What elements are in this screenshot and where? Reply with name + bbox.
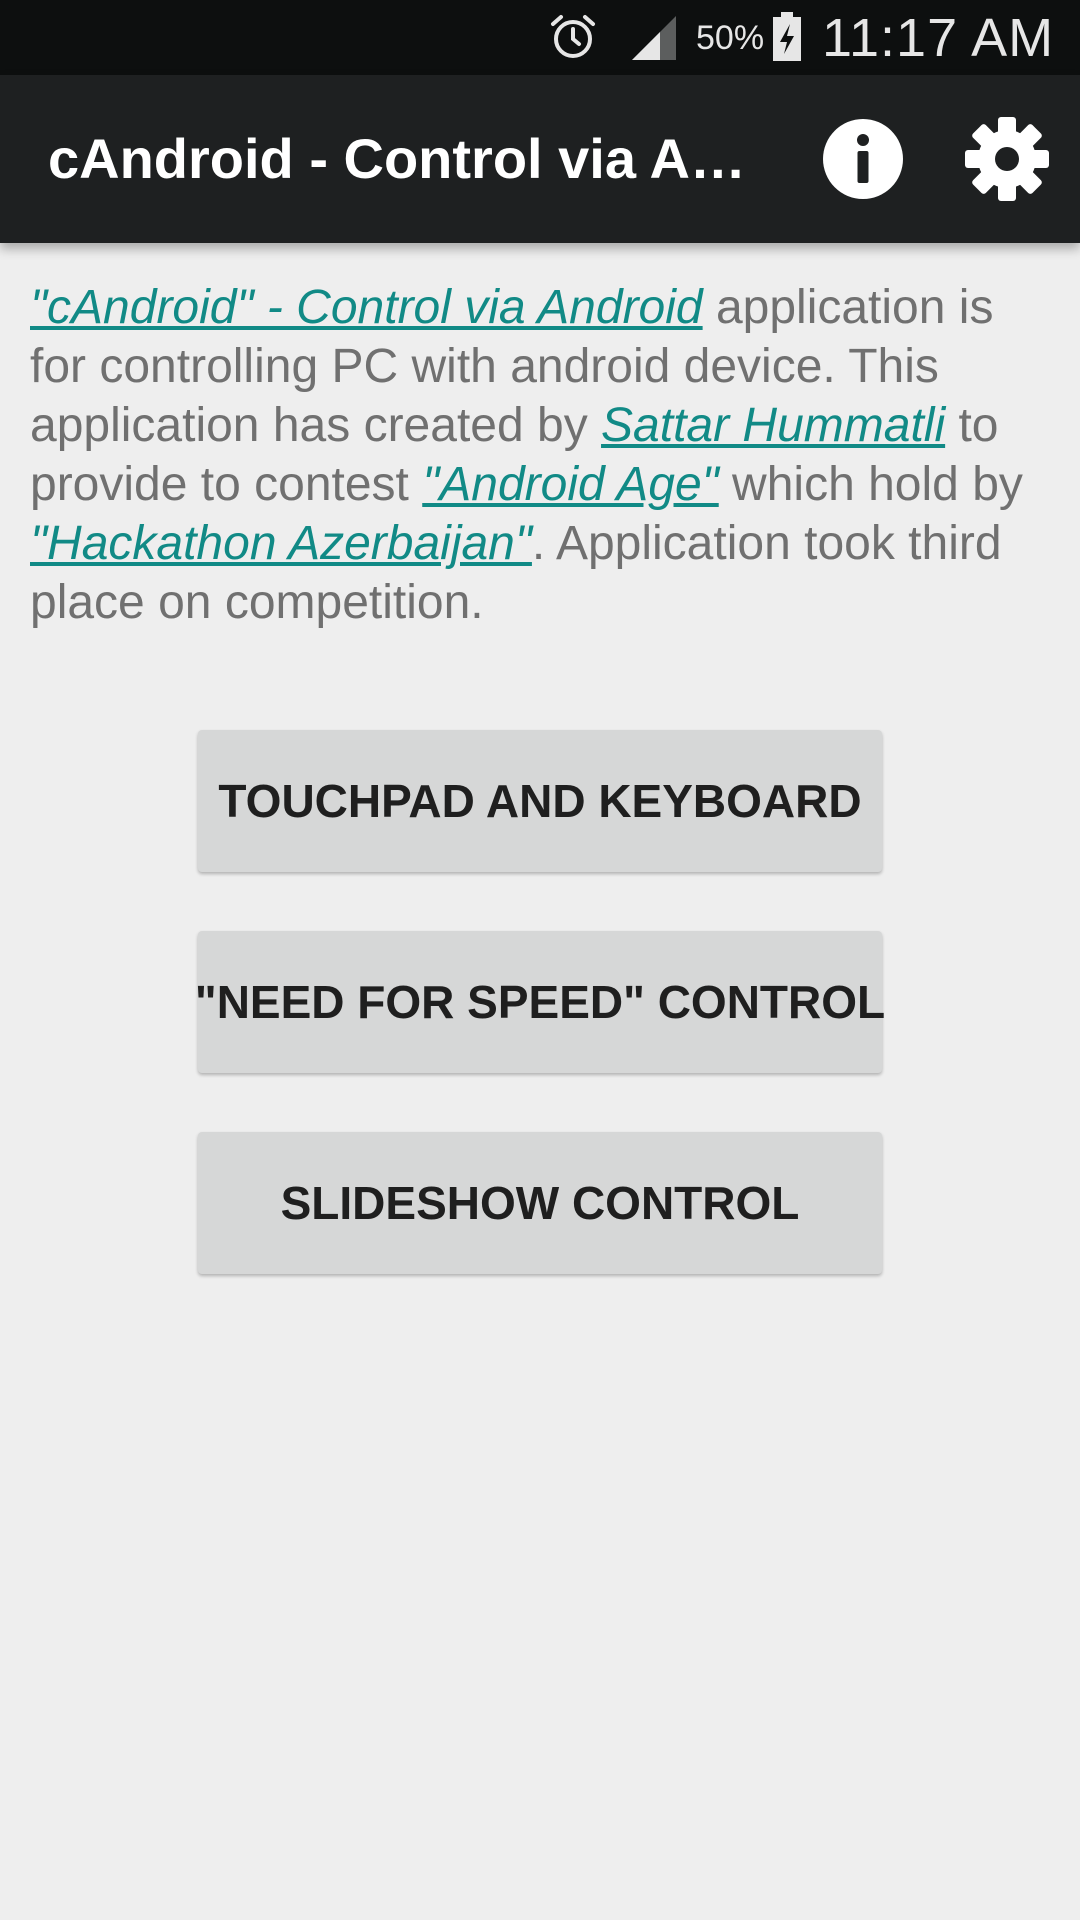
link-author[interactable]: Sattar Hummatli [601, 399, 945, 452]
touchpad-keyboard-button[interactable]: TOUCHPAD AND KEYBOARD [198, 730, 882, 872]
app-title: cAndroid - Control via Android [48, 127, 758, 190]
clock: 11:17 AM [822, 8, 1055, 68]
battery-percent: 50% [696, 19, 765, 57]
link-organizer[interactable]: "Hackathon Azerbaijan" [30, 517, 532, 570]
settings-gear-icon[interactable] [962, 114, 1052, 204]
description-text: which hold by [718, 458, 1023, 511]
slideshow-control-button[interactable]: SLIDESHOW CONTROL [198, 1132, 882, 1274]
app-bar: cAndroid - Control via Android [0, 75, 1080, 243]
info-icon[interactable] [820, 116, 906, 202]
app-description: "cAndroid" - Control via Android applica… [30, 278, 1060, 632]
battery-charging-icon [773, 12, 801, 61]
status-bar: 50% 11:17 AM [0, 0, 1080, 75]
signal-icon [632, 16, 676, 60]
need-for-speed-control-button[interactable]: "NEED FOR SPEED" CONTROL [195, 931, 885, 1073]
link-app-name[interactable]: "cAndroid" - Control via Android [30, 281, 703, 334]
link-contest[interactable]: "Android Age" [422, 458, 718, 511]
alarm-icon [551, 15, 595, 58]
